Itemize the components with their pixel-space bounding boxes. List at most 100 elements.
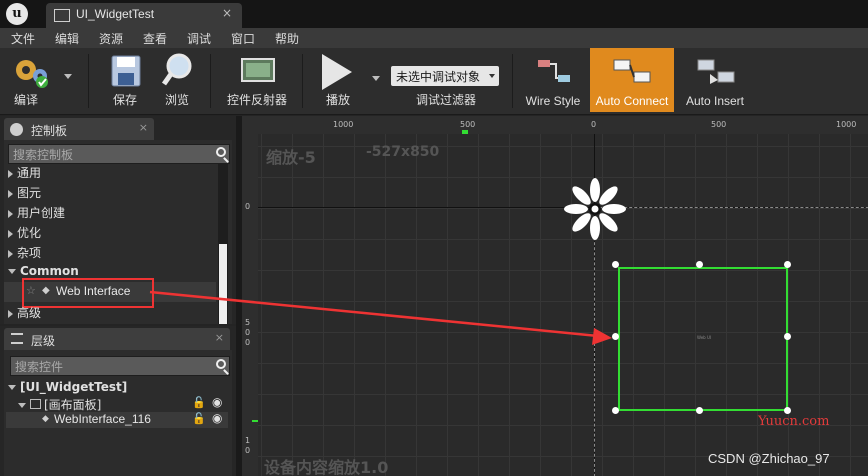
auto-insert-button[interactable]: Auto Insert xyxy=(680,48,750,112)
chevron-down-icon xyxy=(489,74,495,78)
toolbar-separator xyxy=(210,54,211,108)
save-button[interactable]: 保存 xyxy=(100,48,150,112)
collapse-arrow-icon xyxy=(8,269,16,274)
resize-handle-bottom-right[interactable] xyxy=(784,407,791,414)
menu-bar: 文件 编辑 资源 查看 调试 窗口 帮助 xyxy=(0,28,868,48)
screen-bounds-left xyxy=(594,207,595,476)
palette-search-input[interactable]: 搜索控制板 xyxy=(8,144,230,164)
browse-button[interactable]: 浏览 xyxy=(152,48,202,112)
hierarchy-search-input[interactable]: 搜索控件 xyxy=(10,356,230,376)
play-button[interactable]: 播放 xyxy=(310,48,366,112)
resize-handle-bottom[interactable] xyxy=(696,407,703,414)
title-bar: u UI_WidgetTest × xyxy=(0,0,868,28)
palette-category-common[interactable]: Common xyxy=(8,264,79,278)
visibility-eye-icon[interactable]: ◉ xyxy=(212,411,222,425)
expand-arrow-icon xyxy=(8,229,13,238)
debug-object-select[interactable]: 未选中调试对象 xyxy=(391,66,499,86)
menu-debug[interactable]: 调试 xyxy=(187,30,211,47)
resize-handle-bottom-left[interactable] xyxy=(612,407,619,414)
palette-scrollbar-thumb[interactable] xyxy=(219,244,227,324)
resize-handle-top[interactable] xyxy=(696,261,703,268)
palette-category-misc[interactable]: 杂项 xyxy=(8,244,41,261)
wire-style-label: Wire Style xyxy=(525,94,581,108)
menu-window[interactable]: 窗口 xyxy=(231,30,255,47)
auto-insert-icon xyxy=(697,59,735,84)
close-icon[interactable]: × xyxy=(139,121,148,134)
compile-button[interactable]: 编译 xyxy=(4,48,68,112)
canvas-panel-icon xyxy=(30,399,41,409)
hierarchy-body: 搜索控件 [UI_WidgetTest] [画布面板] 🔓 ◉ ◆ WebInt… xyxy=(4,350,232,476)
menu-asset[interactable]: 资源 xyxy=(99,30,123,47)
wire-style-button[interactable]: Wire Style xyxy=(520,48,586,112)
save-disk-icon xyxy=(111,55,141,87)
ruler-label: 1 xyxy=(245,436,251,445)
debug-filter-label: 调试过滤器 xyxy=(416,93,477,107)
screen-bounds-top xyxy=(594,207,868,208)
expand-arrow-icon xyxy=(8,249,13,258)
unreal-logo[interactable]: u xyxy=(6,3,28,25)
hierarchy-widget-label: WebInterface_116 xyxy=(54,412,151,426)
play-dropdown-icon[interactable] xyxy=(372,76,380,81)
close-icon[interactable]: × xyxy=(215,331,224,344)
play-label: 播放 xyxy=(325,93,350,107)
document-tab-label: UI_WidgetTest xyxy=(76,7,155,21)
document-tab[interactable]: UI_WidgetTest × xyxy=(46,3,242,28)
palette-category-user-created[interactable]: 用户创建 xyxy=(8,204,65,221)
auto-connect-icon xyxy=(613,59,651,83)
visibility-eye-icon[interactable]: ◉ xyxy=(212,395,222,409)
unlock-icon[interactable]: 🔓 xyxy=(192,412,206,425)
expand-arrow-icon xyxy=(8,209,13,218)
resize-handle-right[interactable] xyxy=(784,333,791,340)
auto-connect-label: Auto Connect xyxy=(595,94,669,108)
ruler-label: 0 xyxy=(591,120,597,129)
palette-category-primitive[interactable]: 图元 xyxy=(8,184,41,201)
zoom-label: 缩放-5 xyxy=(266,148,316,167)
ruler-label: 500 xyxy=(460,120,476,129)
search-icon xyxy=(216,147,226,157)
hierarchy-widget-row[interactable]: ◆ WebInterface_116 🔓 ◉ xyxy=(6,411,228,428)
compile-gears-icon xyxy=(16,60,48,88)
toolbar-separator xyxy=(88,54,89,108)
collapse-arrow-icon xyxy=(8,385,16,390)
anchor-icon[interactable] xyxy=(562,176,628,242)
search-icon xyxy=(216,359,226,369)
hierarchy-search-placeholder: 搜索控件 xyxy=(15,360,64,374)
hierarchy-panel: 层级 × 搜索控件 [UI_WidgetTest] [画布面板] 🔓 ◉ ◆ W… xyxy=(0,326,236,476)
palette-panel: 控制板 × 搜索控制板 通用 图元 用户创建 优化 杂项 Common ☆ ◆ … xyxy=(0,116,236,324)
ruler-label: 0 xyxy=(245,328,251,337)
menu-help[interactable]: 帮助 xyxy=(275,30,299,47)
menu-view[interactable]: 查看 xyxy=(143,30,167,47)
hierarchy-root[interactable]: [UI_WidgetTest] xyxy=(8,380,127,394)
expand-arrow-icon xyxy=(8,169,13,178)
menu-file[interactable]: 文件 xyxy=(11,30,35,47)
toolbar: 编译 保存 浏览 控件反射器 播放 未选中调试对象 调试过滤器 Wire Sty… xyxy=(0,48,868,115)
widget-blueprint-icon xyxy=(54,9,70,22)
widget-inner-text: Web UI xyxy=(697,335,712,340)
compile-label: 编译 xyxy=(14,93,39,107)
resize-handle-left[interactable] xyxy=(612,333,619,340)
palette-category-common-ui[interactable]: 通用 xyxy=(8,164,41,181)
widget-reflector-button[interactable]: 控件反射器 xyxy=(220,48,294,112)
menu-edit[interactable]: 编辑 xyxy=(55,30,79,47)
resize-handle-top-right[interactable] xyxy=(784,261,791,268)
hierarchy-canvas-panel[interactable]: [画布面板] xyxy=(18,396,101,413)
palette-scrollbar[interactable] xyxy=(218,164,228,324)
device-scale-label: 设备内容缩放1.0 xyxy=(264,458,389,476)
auto-connect-button[interactable]: Auto Connect xyxy=(590,48,674,112)
palette-tab-label: 控制板 xyxy=(31,124,68,138)
palette-category-optimization[interactable]: 优化 xyxy=(8,224,41,241)
palette-tab[interactable]: 控制板 × xyxy=(4,118,154,140)
resize-handle-top-left[interactable] xyxy=(612,261,619,268)
highlight-box xyxy=(22,278,154,308)
author-watermark: CSDN @Zhichao_97 xyxy=(708,451,830,466)
toolbar-separator xyxy=(302,54,303,108)
palette-category-advanced[interactable]: 高级 xyxy=(8,304,41,321)
compile-dropdown-icon[interactable] xyxy=(64,74,72,79)
widget-reflector-icon xyxy=(241,58,275,82)
close-tab-icon[interactable]: × xyxy=(222,6,232,20)
save-label: 保存 xyxy=(112,93,137,107)
unlock-icon[interactable]: 🔓 xyxy=(192,396,206,409)
ruler-label: 1000 xyxy=(836,120,857,129)
web-interface-widget[interactable]: Web UI xyxy=(618,267,788,411)
hierarchy-tab[interactable]: 层级 × xyxy=(4,328,230,350)
